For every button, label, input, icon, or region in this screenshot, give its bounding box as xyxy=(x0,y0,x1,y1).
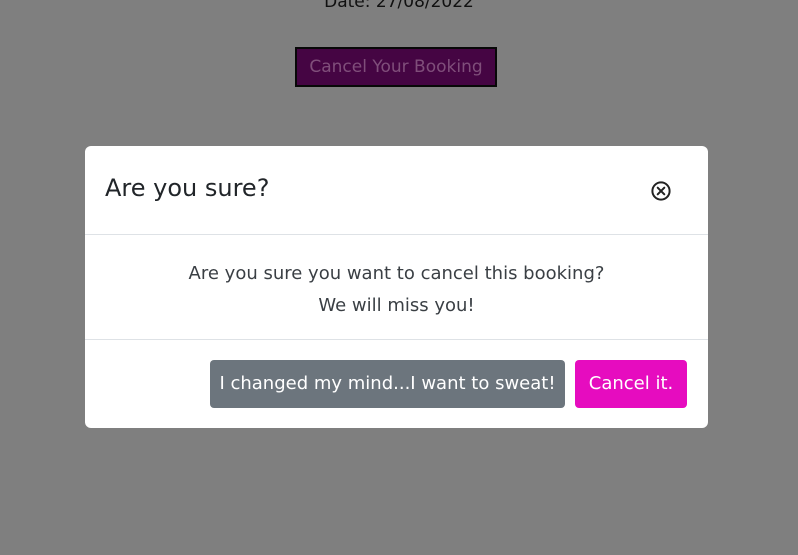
modal-submessage: We will miss you! xyxy=(318,295,475,316)
modal-message: Are you sure you want to cancel this boo… xyxy=(188,263,605,284)
keep-booking-button[interactable]: I changed my mind...I want to sweat! xyxy=(210,360,565,408)
modal-body: Are you sure you want to cancel this boo… xyxy=(85,235,708,340)
close-button[interactable] xyxy=(650,180,672,202)
modal-header: Are you sure? xyxy=(85,146,708,235)
close-circle-icon xyxy=(651,181,671,201)
modal-title: Are you sure? xyxy=(105,174,270,202)
confirm-cancel-button[interactable]: Cancel it. xyxy=(575,360,687,408)
modal-footer: I changed my mind...I want to sweat! Can… xyxy=(85,340,708,428)
confirm-cancel-dialog: Are you sure? Are you sure you want to c… xyxy=(85,146,708,428)
